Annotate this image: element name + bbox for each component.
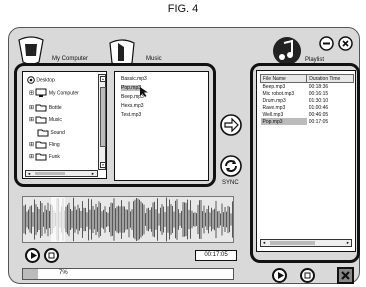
scroll-down-icon[interactable]: ▼ bbox=[100, 162, 106, 168]
cell-time: 01:30:10 bbox=[308, 97, 329, 104]
table-row[interactable]: Well.mp3 00:46:05 bbox=[261, 111, 354, 118]
folder-icon bbox=[35, 153, 47, 161]
file-item[interactable]: Test.mp3 bbox=[121, 112, 141, 118]
time-display: 00:17:05 bbox=[195, 250, 237, 261]
expand-icon[interactable]: ⊞ bbox=[29, 142, 34, 148]
tree-item-bottle[interactable]: ⊞ Bottle bbox=[29, 103, 62, 112]
waveform-playhead-region[interactable] bbox=[51, 197, 65, 242]
play-icon bbox=[31, 252, 37, 259]
delete-button[interactable] bbox=[337, 267, 354, 284]
folder-icon bbox=[35, 141, 47, 149]
scroll-left-icon[interactable]: ◄ bbox=[262, 240, 266, 246]
folder-icon bbox=[35, 104, 47, 112]
tree-label: Fling bbox=[48, 141, 60, 148]
expand-icon[interactable]: ⊞ bbox=[29, 105, 34, 111]
computer-icon[interactable] bbox=[17, 36, 45, 66]
stop-icon bbox=[304, 272, 311, 279]
tree-scroll-thumb[interactable] bbox=[100, 87, 106, 147]
cell-name: Beep.mp3 bbox=[262, 83, 286, 90]
cell-name: Pop.mp3 bbox=[260, 118, 307, 125]
cell-name: Drum.mp3 bbox=[262, 97, 286, 104]
expand-icon[interactable]: ⊞ bbox=[29, 117, 34, 123]
tree-horizontal-scrollbar[interactable]: ◄ ► bbox=[25, 170, 98, 177]
delete-icon bbox=[341, 271, 350, 280]
stop-button[interactable] bbox=[44, 248, 59, 263]
cell-time: 00:16:15 bbox=[308, 90, 329, 97]
playlist-hscroll-thumb[interactable] bbox=[270, 241, 315, 245]
tree-item-music[interactable]: ⊞ Music bbox=[29, 115, 62, 124]
tree-label: My Computer bbox=[48, 90, 79, 97]
playlist-table: File Name Duration Time Beep.mp3 00:18:36… bbox=[259, 74, 354, 125]
file-list: Bassic.mp3 Pop.mp3 Beep.mp3 Hexs.mp3 Tes… bbox=[114, 71, 209, 181]
tree-item-fling[interactable]: ⊞ Fling bbox=[29, 140, 60, 149]
cell-name: Well.mp3 bbox=[262, 111, 284, 118]
cell-time: 00:46:05 bbox=[308, 111, 329, 118]
expand-icon[interactable]: ⊞ bbox=[29, 90, 34, 96]
tree-item-my-computer[interactable]: ⊞ My Computer bbox=[29, 88, 79, 98]
desktop-icon bbox=[27, 76, 35, 84]
tree-vertical-scrollbar[interactable]: ▲ ▼ bbox=[98, 74, 106, 170]
play-button[interactable] bbox=[25, 248, 40, 263]
table-row[interactable]: Drum.mp3 01:30:10 bbox=[261, 97, 354, 104]
computer-small-icon bbox=[35, 88, 47, 97]
file-item[interactable]: Bassic.mp3 bbox=[121, 76, 147, 82]
tree-item-desktop[interactable]: Desktop bbox=[27, 76, 55, 84]
progress-fill bbox=[23, 269, 38, 279]
table-row[interactable]: Rave.mp3 01:00:46 bbox=[261, 104, 354, 111]
cell-name: Mic robot.mp3 bbox=[262, 90, 295, 97]
scroll-left-icon[interactable]: ◄ bbox=[27, 171, 32, 176]
table-row[interactable]: Beep.mp3 00:18:36 bbox=[261, 83, 354, 91]
file-item[interactable]: Hexs.mp3 bbox=[121, 103, 144, 109]
play-icon bbox=[278, 272, 284, 279]
cell-time: 00:17:05 bbox=[308, 118, 329, 125]
table-row[interactable]: Mic robot.mp3 00:16:15 bbox=[261, 90, 354, 97]
column-header-duration[interactable]: Duration Time bbox=[306, 74, 354, 83]
progress-bar: 7% bbox=[22, 268, 234, 280]
folder-icon bbox=[35, 116, 47, 124]
sync-label: SYNC bbox=[222, 180, 239, 186]
tree-item-funk[interactable]: ⊞ Funk bbox=[29, 152, 60, 161]
tree-item-sound[interactable]: Sound bbox=[37, 128, 65, 137]
playlist-horizontal-scrollbar[interactable]: ◄ ► bbox=[260, 239, 352, 247]
playlist-play-button[interactable] bbox=[272, 268, 287, 283]
waveform-display[interactable] bbox=[22, 196, 234, 243]
expand-icon[interactable]: ⊞ bbox=[29, 154, 34, 160]
figure-label: FIG. 4 bbox=[167, 3, 199, 15]
arrow-right-icon[interactable] bbox=[220, 114, 242, 136]
stop-icon bbox=[48, 252, 55, 259]
scroll-up-icon[interactable]: ▲ bbox=[100, 76, 106, 82]
minimize-icon[interactable] bbox=[319, 36, 334, 51]
cell-time: 00:18:36 bbox=[308, 83, 329, 90]
cursor-icon bbox=[140, 87, 148, 97]
scroll-right-icon[interactable]: ► bbox=[91, 171, 96, 176]
scroll-right-icon[interactable]: ► bbox=[346, 240, 350, 246]
tree-label: Funk bbox=[48, 153, 60, 160]
folder-icon bbox=[37, 129, 49, 137]
tree-hscroll-thumb[interactable] bbox=[35, 172, 65, 175]
table-row-selected[interactable]: Pop.mp3 00:17:05 bbox=[260, 118, 354, 125]
tree-label: Music bbox=[48, 116, 62, 123]
folder-tree: Desktop ⊞ My Computer ⊞ Bottle ⊞ Music S… bbox=[22, 71, 107, 179]
close-icon[interactable] bbox=[338, 36, 353, 51]
playlist-table-area: File Name Duration Time Beep.mp3 00:18:36… bbox=[256, 70, 356, 252]
tree-label: Desktop bbox=[36, 77, 55, 84]
sync-icon[interactable] bbox=[220, 155, 242, 177]
tree-label: Bottle bbox=[48, 104, 62, 111]
column-header-file-name[interactable]: File Name bbox=[259, 74, 308, 83]
progress-label: 7% bbox=[59, 270, 68, 276]
tab-my-computer[interactable]: My Computer bbox=[52, 56, 88, 62]
playlist-stop-button[interactable] bbox=[300, 268, 315, 283]
cell-name: Rave.mp3 bbox=[262, 104, 286, 111]
tab-music[interactable]: Music bbox=[146, 56, 162, 62]
file-item-selected[interactable]: Pop.mp3 bbox=[121, 85, 142, 91]
music-note-icon[interactable] bbox=[272, 36, 302, 66]
tree-label: Sound bbox=[50, 129, 65, 136]
cell-time: 01:00:46 bbox=[308, 104, 329, 111]
